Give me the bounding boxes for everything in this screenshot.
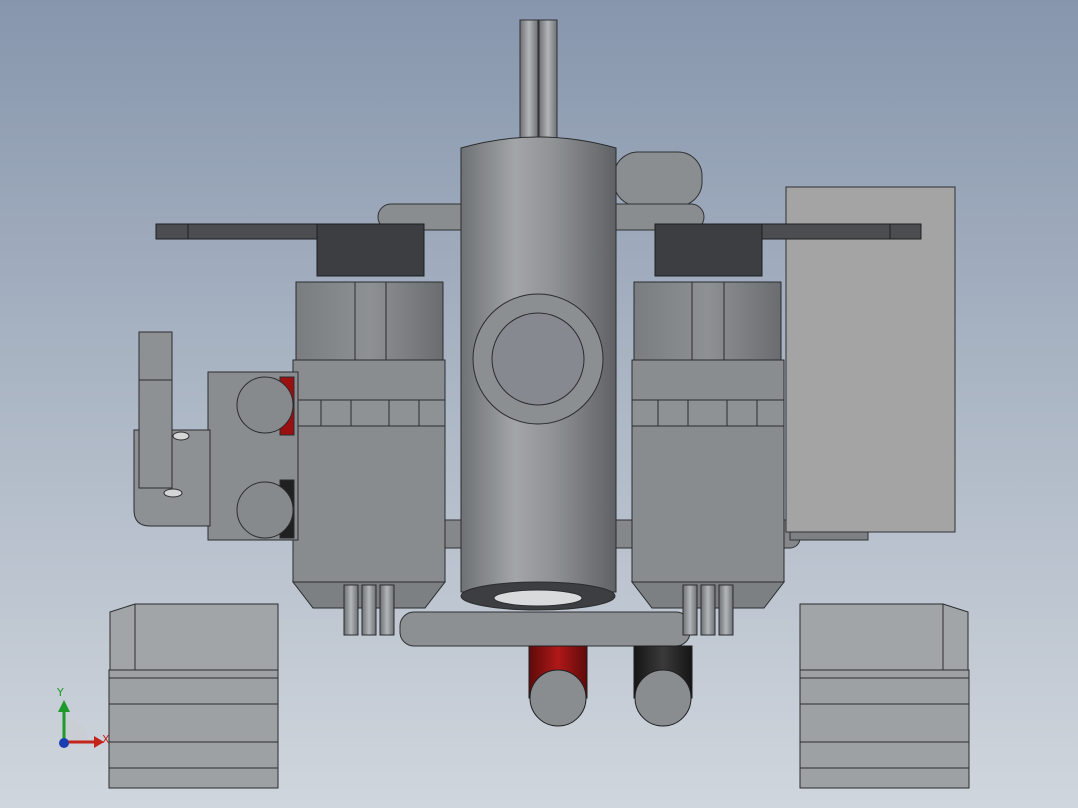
left-bracket xyxy=(133,331,299,541)
servo-left xyxy=(291,281,447,609)
top-rods xyxy=(519,19,558,143)
central-cylinder xyxy=(460,136,617,611)
coordinate-triad xyxy=(58,700,104,748)
track-left xyxy=(108,603,279,789)
cad-viewport[interactable]: Y X xyxy=(0,0,1078,808)
origin-dot xyxy=(59,738,69,748)
robot-model-view[interactable] xyxy=(0,0,1078,808)
x-axis-label: X xyxy=(102,733,110,746)
bottom-tubes xyxy=(528,645,693,727)
track-right xyxy=(799,603,970,789)
y-axis-label: Y xyxy=(57,686,64,699)
servo-right xyxy=(630,281,786,609)
